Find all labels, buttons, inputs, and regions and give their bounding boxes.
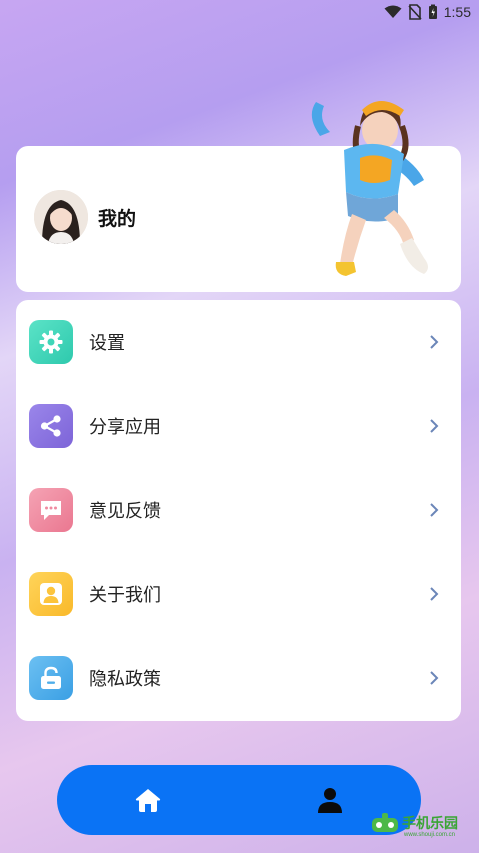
lock-icon xyxy=(29,656,73,700)
watermark-logo-icon xyxy=(372,813,398,832)
watermark: 手机乐园 xyxy=(370,812,458,834)
chevron-right-icon xyxy=(423,670,445,686)
bottom-tab-bar xyxy=(57,765,421,835)
menu-item-label: 关于我们 xyxy=(89,585,161,606)
user-icon xyxy=(29,572,73,616)
menu-item-label: 隐私政策 xyxy=(89,669,161,690)
chevron-right-icon xyxy=(423,502,445,518)
avatar-image xyxy=(34,190,88,244)
status-icons: 1:55 xyxy=(384,4,471,20)
tab-profile[interactable] xyxy=(310,780,350,820)
no-sim-icon xyxy=(408,4,422,20)
chevron-right-icon xyxy=(423,334,445,350)
menu-card: 设置 分享应用 意见反馈 关于我们 隐私政策 xyxy=(16,300,461,721)
watermark-url: www.shouji.com.cn xyxy=(404,832,456,838)
menu-item-label: 分享应用 xyxy=(89,417,161,438)
person-icon xyxy=(318,788,342,813)
gear-icon xyxy=(29,320,73,364)
menu-item-feedback[interactable]: 意见反馈 xyxy=(16,468,461,552)
profile-name: 我的 xyxy=(98,208,137,230)
menu-item-share[interactable]: 分享应用 xyxy=(16,384,461,468)
mascot-illustration xyxy=(311,101,428,276)
battery-icon xyxy=(428,4,437,19)
home-icon xyxy=(135,789,161,812)
menu-item-label: 设置 xyxy=(89,333,125,354)
status-time: 1:55 xyxy=(443,4,471,20)
menu-item-settings[interactable]: 设置 xyxy=(16,300,461,384)
tab-home[interactable] xyxy=(128,780,168,820)
watermark-text: 手机乐园 xyxy=(402,815,458,831)
share-icon xyxy=(29,404,73,448)
chevron-right-icon xyxy=(423,418,445,434)
menu-item-label: 意见反馈 xyxy=(89,501,161,522)
menu-item-about[interactable]: 关于我们 xyxy=(16,552,461,636)
feedback-icon xyxy=(29,488,73,532)
avatar[interactable] xyxy=(34,190,88,244)
status-bar: 1:55 xyxy=(0,0,479,28)
menu-item-privacy[interactable]: 隐私政策 xyxy=(16,636,461,720)
chevron-right-icon xyxy=(423,586,445,602)
wifi-icon xyxy=(384,5,402,18)
